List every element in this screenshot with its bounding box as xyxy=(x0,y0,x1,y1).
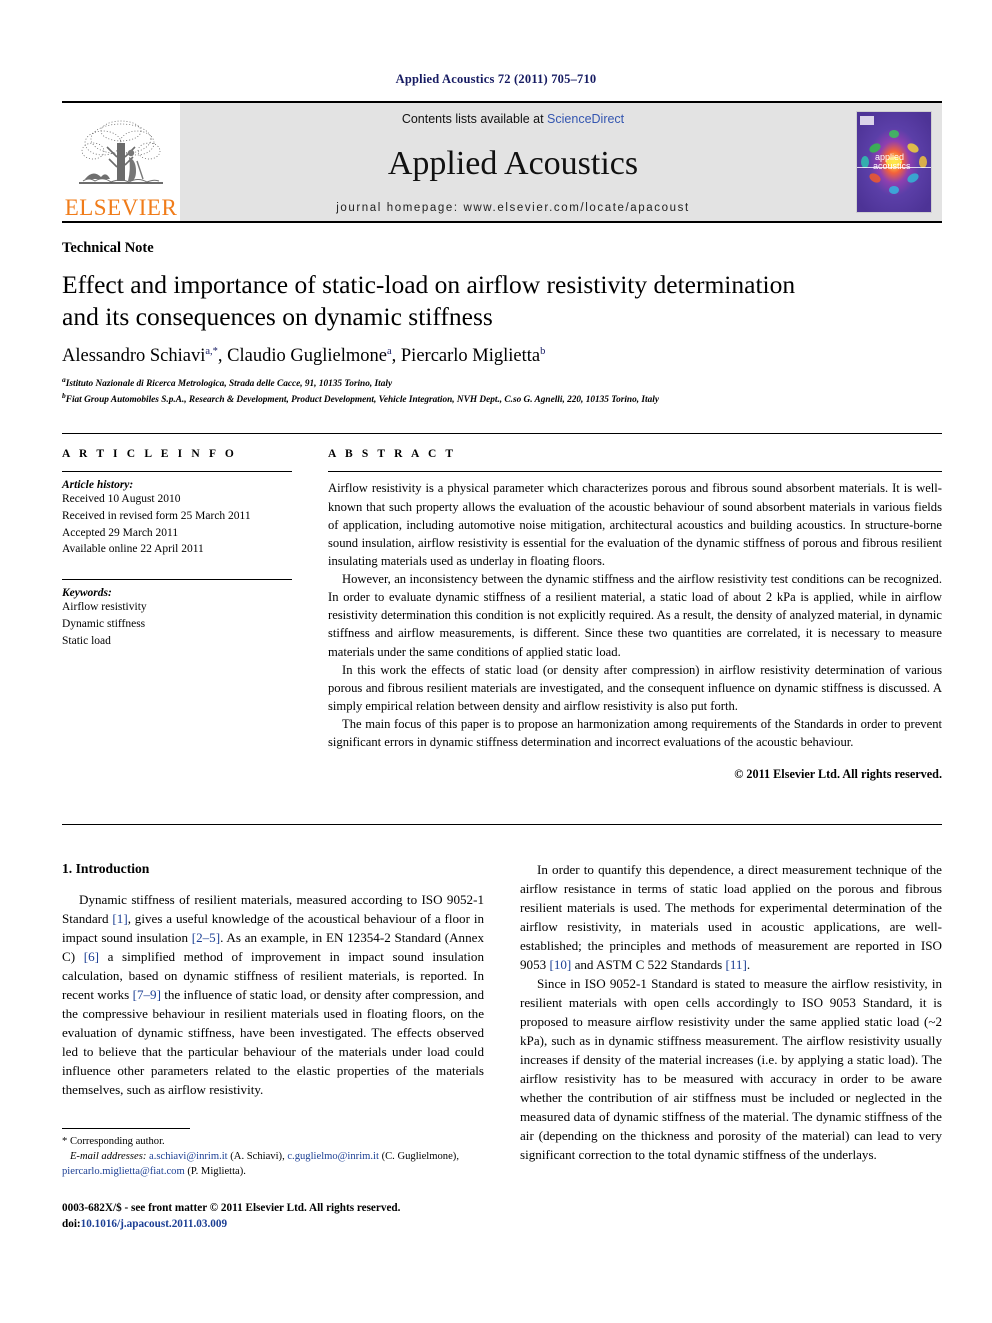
abstract-heading: A B S T R A C T xyxy=(328,448,457,461)
text-run: and ASTM C 522 Standards xyxy=(571,957,726,973)
sciencedirect-link[interactable]: ScienceDirect xyxy=(547,112,624,126)
running-head: Applied Acoustics 72 (2011) 705–710 xyxy=(395,72,597,86)
abstract-paragraph: However, an inconsistency between the dy… xyxy=(328,572,942,659)
left-column: 1. Introduction Dynamic stiffness of res… xyxy=(62,861,484,1232)
affiliation-text: Fiat Group Automobiles S.p.A., Research … xyxy=(65,395,659,406)
article-info-panel: A R T I C L E I N F O Article history: R… xyxy=(62,448,318,808)
journal-masthead: ELSEVIER Contents lists available at Sci… xyxy=(62,101,942,221)
footnote-block: * Corresponding author. E-mail addresses… xyxy=(62,1127,484,1232)
body-columns: 1. Introduction Dynamic stiffness of res… xyxy=(62,861,942,1232)
journal-homepage-link[interactable]: journal homepage: www.elsevier.com/locat… xyxy=(336,202,690,214)
affiliation-list: aIstituto Nazionale di Ricerca Metrologi… xyxy=(62,375,942,408)
email-person: (A. Schiavi) xyxy=(230,1150,283,1162)
email-label: E-mail addresses: xyxy=(69,1150,147,1162)
citation-ref-2-5[interactable]: [2–5] xyxy=(192,930,220,945)
article-info-rule xyxy=(62,471,292,473)
author-name: Alessandro Schiavi xyxy=(62,345,206,366)
keyword-item: Airflow resistivity xyxy=(62,601,147,614)
email-link-schiavi[interactable]: a.schiavi@inrim.it xyxy=(149,1151,228,1162)
keywords-rule xyxy=(62,579,292,581)
masthead-bottom-rule xyxy=(62,221,942,223)
elsevier-tree-icon xyxy=(73,117,169,195)
doi-line: doi:10.1016/j.apacoust.2011.03.009 xyxy=(62,1217,484,1232)
citation-ref-6[interactable]: [6] xyxy=(84,949,99,964)
corresponding-author-note: * Corresponding author. xyxy=(62,1135,484,1150)
masthead-center: Contents lists available at ScienceDirec… xyxy=(180,103,846,221)
doi-link[interactable]: 10.1016/j.apacoust.2011.03.009 xyxy=(81,1218,227,1230)
author-list: Alessandro Schiavia,*, Claudio Guglielmo… xyxy=(62,345,546,366)
abstract-paragraph: The main focus of this paper is to propo… xyxy=(328,717,942,750)
keyword-item: Static load xyxy=(62,634,111,647)
abstract-copyright: © 2011 Elsevier Ltd. All rights reserved… xyxy=(734,767,942,782)
elsevier-logo: ELSEVIER xyxy=(62,103,180,221)
article-history-item: Available online 22 April 2011 xyxy=(62,543,204,556)
keywords-label: Keywords: xyxy=(62,587,112,600)
author-marks: a,* xyxy=(205,345,218,357)
corresponding-marker: * xyxy=(62,1135,68,1147)
abstract-paragraph: In this work the effects of static load … xyxy=(328,662,942,713)
citation-ref-7-9[interactable]: [7–9] xyxy=(133,987,161,1002)
title-line-1: Effect and importance of static-load on … xyxy=(62,270,796,299)
author-marks: a xyxy=(386,345,392,357)
svg-text:acoustics: acoustics xyxy=(873,161,911,171)
article-header: Technical Note Effect and importance of … xyxy=(62,240,942,407)
citation-ref-11[interactable]: [11] xyxy=(726,957,747,972)
corresponding-text: Corresponding author. xyxy=(69,1135,165,1147)
elsevier-wordmark: ELSEVIER xyxy=(64,195,178,220)
article-history-item: Received in revised form 25 March 2011 xyxy=(62,510,251,523)
issn-frontmatter-line: 0003-682X/$ - see front matter © 2011 El… xyxy=(62,1202,401,1215)
title-line-2: and its consequences on dynamic stiffnes… xyxy=(62,301,493,331)
citation-ref-1[interactable]: [1] xyxy=(112,911,127,926)
section-heading-introduction: 1. Introduction xyxy=(62,861,150,877)
contents-available-line: Contents lists available at ScienceDirec… xyxy=(402,112,624,126)
citation-ref-10[interactable]: [10] xyxy=(549,957,571,972)
right-column: In order to quantify this dependence, a … xyxy=(520,861,942,1232)
author-marks: b xyxy=(540,345,546,357)
text-run: In order to quantify this dependence, a … xyxy=(520,862,942,973)
footnote-rule xyxy=(62,1127,190,1129)
page-title: Effect and importance of static-load on … xyxy=(62,269,942,333)
journal-title: Applied Acoustics xyxy=(387,145,639,183)
article-history-label: Article history: xyxy=(62,479,134,492)
article-history-item: Received 10 August 2010 xyxy=(62,493,181,506)
intro-paragraph-left: Dynamic stiffness of resilient materials… xyxy=(62,891,484,1100)
email-addresses-note: E-mail addresses: a.schiavi@inrim.it (A.… xyxy=(62,1150,459,1177)
email-link-guglielmone[interactable]: c.guglielmo@inrim.it xyxy=(287,1151,379,1162)
abstract-panel: A B S T R A C T Airflow resistivity is a… xyxy=(318,448,942,808)
article-history-item: Accepted 29 March 2011 xyxy=(62,526,179,539)
info-abstract-band: A R T I C L E I N F O Article history: R… xyxy=(62,433,942,826)
affiliation-item: bFiat Group Automobiles S.p.A., Research… xyxy=(62,391,942,407)
paper-page: Applied Acoustics 72 (2011) 705–710 ELSE… xyxy=(0,0,992,1323)
contents-prefix: Contents lists available at xyxy=(401,112,548,126)
keyword-item: Dynamic stiffness xyxy=(62,617,146,630)
journal-cover-thumbnail: applied acoustics xyxy=(856,111,932,213)
imprint-block: 0003-682X/$ - see front matter © 2011 El… xyxy=(62,1201,484,1232)
text-run: the influence of static load, or density… xyxy=(62,987,484,1098)
affiliation-text: Istituto Nazionale di Ricerca Metrologic… xyxy=(65,379,393,389)
abstract-rule xyxy=(328,471,942,473)
intro-paragraph-right-2: Since in ISO 9052-1 Standard is stated t… xyxy=(520,976,942,1163)
doi-label: doi: xyxy=(62,1217,81,1230)
intro-paragraph-right-1: In order to quantify this dependence, a … xyxy=(520,861,942,975)
text-run: . xyxy=(746,957,751,973)
author-name: Piercarlo Miglietta xyxy=(400,345,541,366)
email-person: (C. Guglielmone) xyxy=(381,1150,457,1162)
author-name: Claudio Guglielmone xyxy=(227,345,387,366)
masthead-cover-slot: applied acoustics xyxy=(846,103,942,221)
email-link-miglietta[interactable]: piercarlo.miglietta@fiat.com xyxy=(62,1166,185,1177)
abstract-paragraph: Airflow resistivity is a physical parame… xyxy=(328,481,942,568)
affiliation-item: aIstituto Nazionale di Ricerca Metrologi… xyxy=(62,375,942,391)
email-person: (P. Miglietta) xyxy=(187,1165,244,1177)
article-type-label: Technical Note xyxy=(62,240,154,256)
article-info-heading: A R T I C L E I N F O xyxy=(62,448,237,461)
